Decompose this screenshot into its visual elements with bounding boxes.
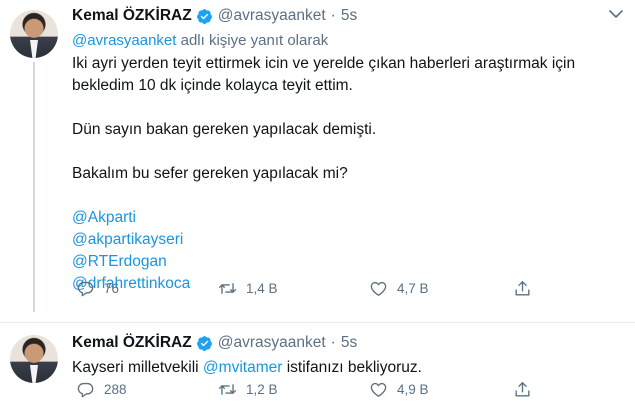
avatar[interactable] xyxy=(10,335,58,383)
author-name[interactable]: Kemal ÖZKİRAZ xyxy=(72,334,192,352)
verified-badge-icon xyxy=(196,335,212,351)
retweet-button[interactable]: 1,4 B xyxy=(218,279,278,298)
reply-context: @avrasyaanket adlı kişiye yanıt olarak xyxy=(72,32,328,49)
chevron-down-icon[interactable] xyxy=(609,9,623,19)
separator: · xyxy=(330,7,336,24)
share-icon xyxy=(515,381,530,397)
heart-icon xyxy=(370,382,387,397)
tweet[interactable]: Kemal ÖZKİRAZ @avrasyaanket · 5s @avrasy… xyxy=(0,0,635,322)
tweet-text: Kayseri milletvekili @mvitamer istifanız… xyxy=(72,357,422,379)
reply-context-label: adlı kişiye yanıt olarak xyxy=(176,32,329,49)
tweet-text-part: Kayseri milletvekili xyxy=(72,359,203,376)
share-button[interactable] xyxy=(513,279,541,298)
tweet-paragraph: Iki ayri yerden teyit ettirmek icin ve y… xyxy=(72,55,576,94)
reply-button[interactable]: 288 xyxy=(76,380,127,399)
retweet-count: 1,4 B xyxy=(246,280,278,296)
like-count: 4,7 B xyxy=(397,280,429,296)
like-count: 4,9 B xyxy=(397,381,429,397)
tweet-header: Kemal ÖZKİRAZ @avrasyaanket · 5s xyxy=(72,334,357,352)
retweet-icon xyxy=(218,383,237,395)
mention-link[interactable]: @RTErdogan xyxy=(72,251,617,273)
reply-mention-link[interactable]: @avrasyaanket xyxy=(72,32,176,49)
tweet-paragraph: Dün sayın bakan gereken yapılacak demişt… xyxy=(72,121,377,138)
tweet-text: Iki ayri yerden teyit ettirmek icin ve y… xyxy=(72,53,617,295)
tweet[interactable]: Kemal ÖZKİRAZ @avrasyaanket · 5s Kayseri… xyxy=(0,322,635,408)
heart-icon xyxy=(370,281,387,296)
tweet-header: Kemal ÖZKİRAZ @avrasyaanket · 5s xyxy=(72,7,357,25)
share-button[interactable] xyxy=(513,380,541,399)
separator: · xyxy=(330,334,336,351)
mention-link[interactable]: @Akparti xyxy=(72,207,617,229)
retweet-button[interactable]: 1,2 B xyxy=(218,380,278,399)
like-button[interactable]: 4,7 B xyxy=(369,279,429,298)
share-icon xyxy=(515,280,530,296)
reply-count: 76 xyxy=(104,280,120,296)
author-name[interactable]: Kemal ÖZKİRAZ xyxy=(72,7,192,25)
verified-badge-icon xyxy=(196,8,212,24)
avatar[interactable] xyxy=(10,10,58,58)
retweet-count: 1,2 B xyxy=(246,381,278,397)
retweet-icon xyxy=(218,282,237,294)
thread-line xyxy=(33,62,35,312)
mention-link[interactable]: @akpartikayseri xyxy=(72,229,617,251)
timestamp[interactable]: 5s xyxy=(341,7,357,25)
reply-icon xyxy=(77,281,94,296)
mention-link[interactable]: @mvitamer xyxy=(203,359,282,376)
like-button[interactable]: 4,9 B xyxy=(369,380,429,399)
author-handle[interactable]: @avrasyaanket xyxy=(218,7,326,25)
tweet-text-part: istifanızı bekliyoruz. xyxy=(282,359,422,376)
timestamp[interactable]: 5s xyxy=(341,334,357,352)
tweet-paragraph: Bakalım bu sefer gereken yapılacak mi? xyxy=(72,165,348,182)
reply-icon xyxy=(77,382,94,397)
author-handle[interactable]: @avrasyaanket xyxy=(218,334,326,352)
reply-count: 288 xyxy=(104,381,127,397)
reply-button[interactable]: 76 xyxy=(76,279,119,298)
